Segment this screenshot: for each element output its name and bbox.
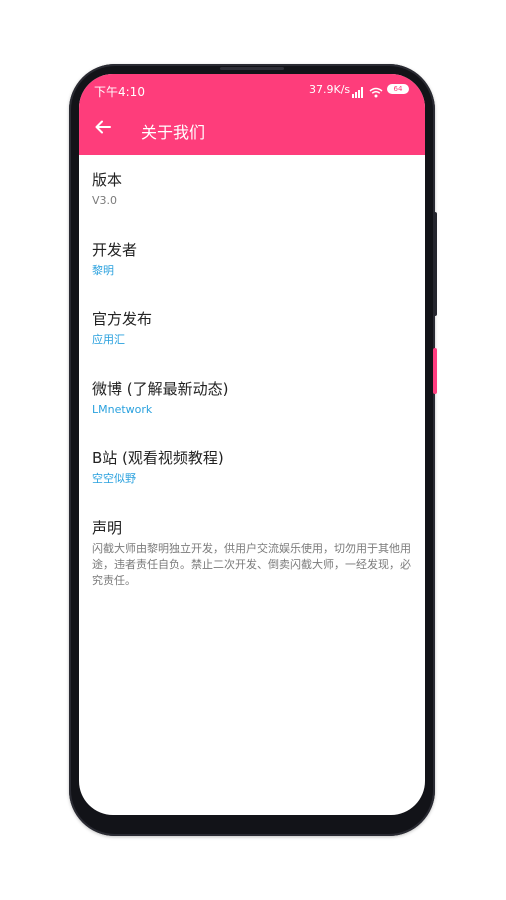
- list-item-version[interactable]: 版本 V3.0: [92, 169, 412, 239]
- page-title: 关于我们: [141, 123, 206, 142]
- back-arrow-icon[interactable]: [94, 118, 112, 136]
- app-bar: 下午4:10 37.9K/s 64 关于我们: [79, 74, 425, 155]
- list-item-developer[interactable]: 开发者 黎明: [92, 239, 412, 309]
- list-item-weibo[interactable]: 微博 (了解最新动态) LMnetwork: [92, 378, 412, 448]
- publisher-link[interactable]: 应用汇: [92, 331, 412, 348]
- status-bar: 下午4:10 37.9K/s 64: [79, 74, 425, 106]
- version-label: 版本: [92, 171, 123, 189]
- weibo-link[interactable]: LMnetwork: [92, 401, 412, 418]
- wifi-icon: [369, 83, 383, 102]
- screen: 下午4:10 37.9K/s 64 关于我们 版本 V3.0 开发者 黎明 官方…: [79, 74, 425, 815]
- weibo-label: 微博 (了解最新动态): [92, 379, 229, 398]
- about-list: 版本 V3.0 开发者 黎明 官方发布 应用汇 微博 (了解最新动态) LMne…: [79, 155, 425, 587]
- declaration-text: 闪截大师由黎明独立开发，供用户交流娱乐使用，切勿用于其他用途，违者责任自负。禁止…: [92, 541, 411, 587]
- version-value: V3.0: [92, 194, 118, 207]
- publisher-label: 官方发布: [92, 310, 153, 329]
- status-time: 下午4:10: [94, 85, 145, 99]
- bilibili-link[interactable]: 空空似野: [92, 470, 412, 487]
- developer-label: 开发者: [92, 240, 138, 259]
- list-item-bilibili[interactable]: B站 (观看视频教程) 空空似野: [92, 447, 412, 517]
- declaration-label: 声明: [92, 518, 123, 537]
- power-button: [433, 348, 437, 394]
- list-item-declaration: 声明 闪截大师由黎明独立开发，供用户交流娱乐使用，切勿用于其他用途，违者责任自负…: [92, 517, 412, 587]
- battery-icon: 64: [387, 84, 409, 94]
- list-item-publisher[interactable]: 官方发布 应用汇: [92, 308, 412, 378]
- bilibili-label: B站 (观看视频教程): [92, 449, 224, 468]
- signal-icon: [352, 83, 366, 102]
- volume-button: [433, 212, 437, 316]
- developer-link[interactable]: 黎明: [92, 262, 412, 279]
- network-speed: 37.9K/s: [309, 83, 351, 96]
- earpiece: [220, 67, 284, 70]
